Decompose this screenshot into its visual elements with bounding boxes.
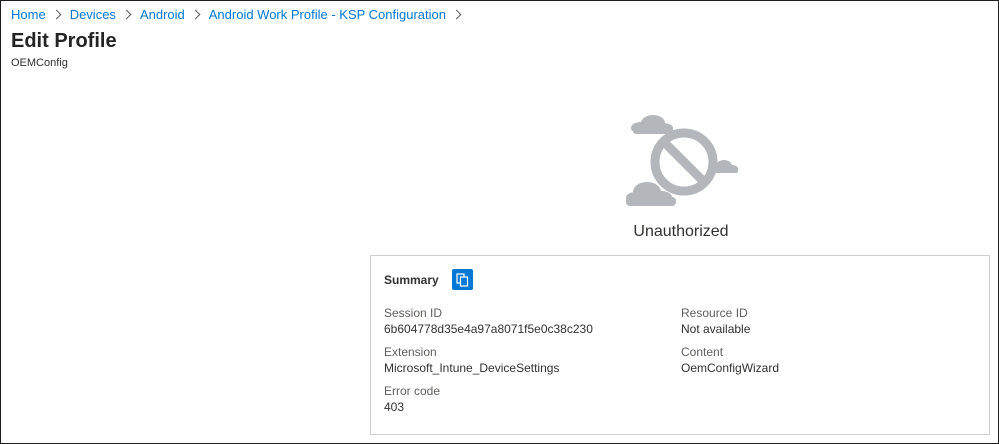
- summary-label: Summary: [384, 272, 439, 287]
- error-code-value: 403: [384, 400, 405, 414]
- session-id-label: Session ID: [384, 306, 443, 320]
- chevron-right-icon: [451, 9, 462, 20]
- breadcrumb-profile[interactable]: Android Work Profile - KSP Configuration: [209, 7, 446, 22]
- breadcrumb-android[interactable]: Android: [140, 7, 185, 22]
- resource-id-label: Resource ID: [681, 306, 748, 320]
- error-code-field: Error code 403: [384, 384, 440, 415]
- chevron-right-icon: [190, 9, 201, 20]
- status-title: Unauthorized: [633, 223, 729, 240]
- page-title: Edit Profile: [11, 30, 117, 52]
- copy-button[interactable]: [451, 269, 473, 290]
- session-id-value: 6b604778d35e4a97a8071f5e0c38c230: [384, 322, 593, 336]
- page-subtitle: OEMConfig: [11, 57, 68, 69]
- extension-label: Extension: [384, 345, 437, 359]
- chevron-right-icon: [51, 9, 62, 20]
- content-value: OemConfigWizard: [681, 361, 780, 375]
- error-code-label: Error code: [384, 384, 441, 398]
- resource-id-field: Resource ID Not available: [681, 306, 750, 337]
- extension-field: Extension Microsoft_Intune_DeviceSetting…: [384, 345, 559, 376]
- blocked-cloud-icon: [626, 115, 738, 206]
- error-summary-card: Summary Session ID 6b604778d35e4a97a8071…: [370, 255, 990, 435]
- session-id-field: Session ID 6b604778d35e4a97a8071f5e0c38c…: [384, 306, 593, 337]
- blade-container: Home Devices Android Android Work Profil…: [0, 0, 999, 444]
- resource-id-value: Not available: [681, 322, 751, 336]
- extension-value: Microsoft_Intune_DeviceSettings: [384, 361, 560, 375]
- breadcrumb-home[interactable]: Home: [11, 7, 46, 22]
- breadcrumb-devices[interactable]: Devices: [70, 7, 116, 22]
- summary-header: Summary: [384, 269, 473, 290]
- chevron-right-icon: [121, 9, 132, 20]
- breadcrumb: Home Devices Android Android Work Profil…: [11, 7, 470, 22]
- content-label: Content: [681, 345, 724, 359]
- content-field: Content OemConfigWizard: [681, 345, 779, 376]
- copy-icon: [456, 272, 468, 287]
